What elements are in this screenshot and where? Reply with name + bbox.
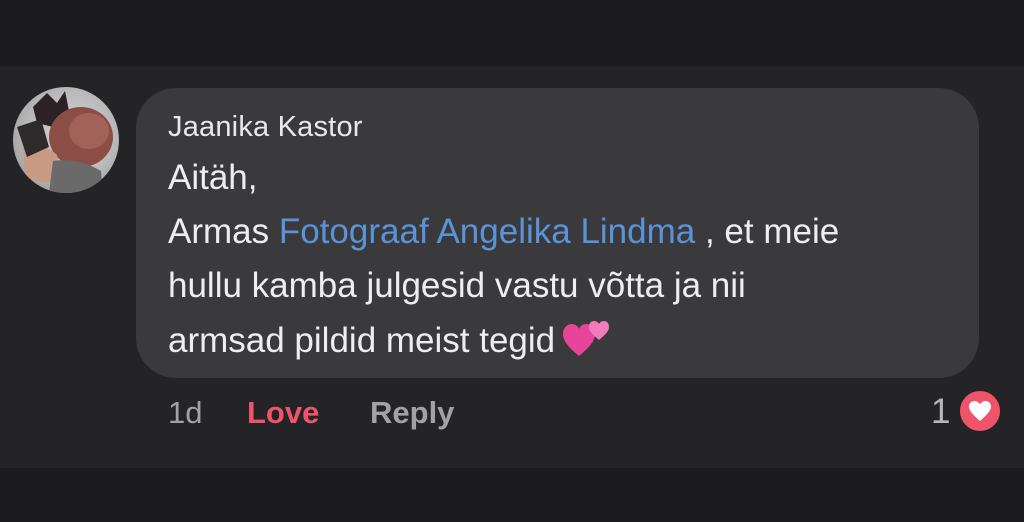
- avatar[interactable]: [13, 87, 119, 193]
- top-band: [0, 0, 1024, 66]
- comment-timestamp: 1d: [168, 395, 203, 430]
- comment-text-line-1: Aitäh,: [168, 158, 258, 197]
- page: Jaanika Kastor Aitäh, Armas Fotograaf An…: [0, 0, 1024, 522]
- comment-text-line-4: armsad pildid meist tegid: [168, 318, 611, 367]
- avatar-photo: [17, 91, 113, 193]
- love-button[interactable]: Love: [247, 395, 319, 431]
- comment-text-segment: , et meie: [695, 212, 840, 251]
- comment-text-line-2: Armas Fotograaf Angelika Lindma , et mei…: [168, 212, 839, 252]
- bottom-band: [0, 468, 1024, 522]
- reaction-count[interactable]: 1: [931, 392, 950, 432]
- comment-text-line-3: hullu kamba julgesid vastu võtta ja nii: [168, 266, 746, 305]
- comment-author[interactable]: Jaanika Kastor: [168, 111, 363, 144]
- comment-text-segment: armsad pildid meist tegid: [168, 321, 556, 360]
- reply-button[interactable]: Reply: [370, 395, 454, 431]
- heart-reaction-icon[interactable]: [957, 388, 1003, 434]
- mention-link[interactable]: Fotograaf Angelika Lindma: [279, 212, 695, 251]
- comment-text-segment: Armas: [168, 212, 279, 251]
- two-hearts-icon: [563, 318, 611, 367]
